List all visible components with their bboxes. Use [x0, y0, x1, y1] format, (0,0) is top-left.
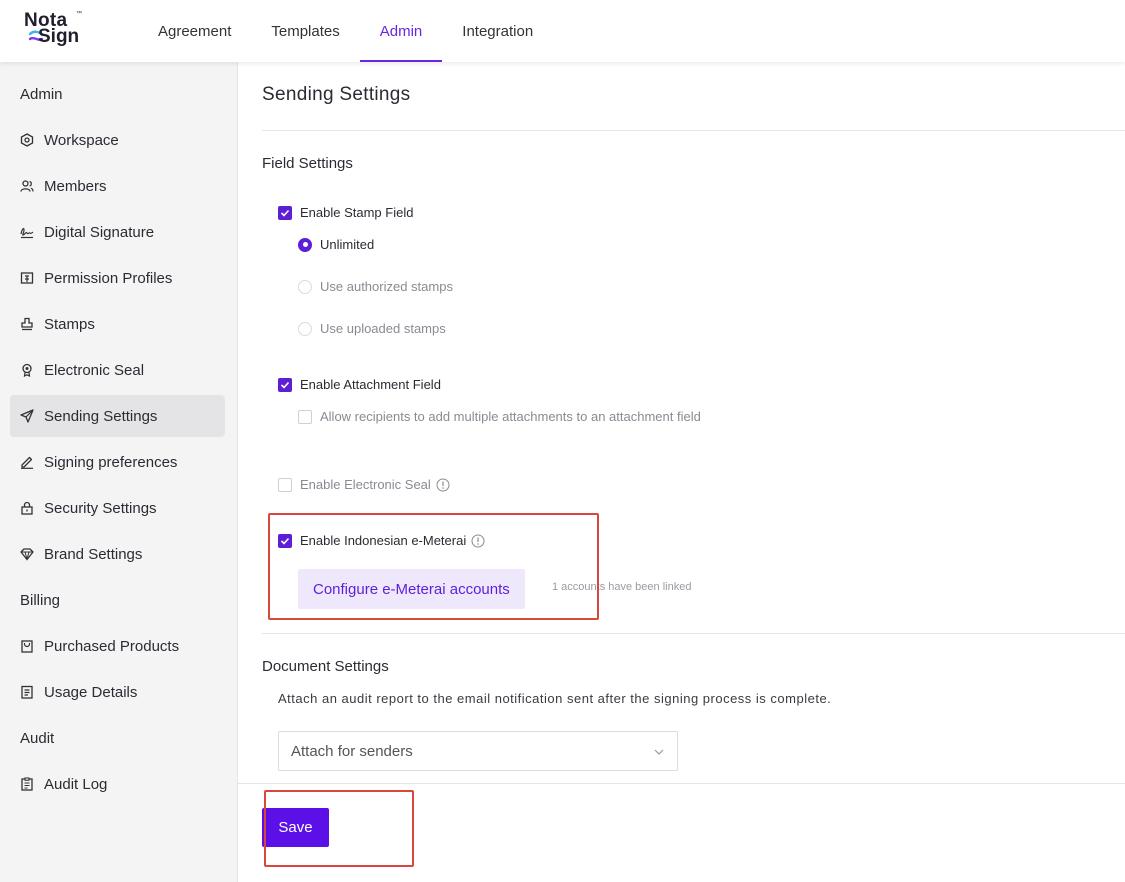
sidebar-item-label: Members [44, 177, 107, 195]
enable-attachment-field-checkbox[interactable] [278, 377, 292, 392]
enable-emeterai-checkbox[interactable] [278, 533, 292, 548]
send-icon [20, 409, 34, 423]
sidebar-item-label: Sending Settings [44, 407, 158, 425]
audit-report-select-value: Attach for senders [291, 742, 413, 760]
save-button[interactable]: Save [262, 808, 329, 847]
document-settings-title: Document Settings [262, 658, 389, 675]
enable-emeterai-row[interactable]: Enable Indonesian e-Meterai [278, 533, 485, 548]
document-icon [20, 685, 34, 699]
multiple-attachments-row[interactable]: Allow recipients to add multiple attachm… [298, 409, 701, 424]
enable-emeterai-label: Enable Indonesian e-Meterai [300, 533, 467, 548]
sidebar-item-label: Brand Settings [44, 545, 143, 563]
enable-electronic-seal-row[interactable]: Enable Electronic Seal [278, 477, 450, 492]
bag-icon [20, 639, 34, 653]
logo-text-sign: Sign [38, 26, 80, 47]
nav-admin[interactable]: Admin [359, 0, 443, 62]
sidebar-item-sending-settings[interactable]: Sending Settings [10, 395, 225, 437]
sidebar-item-label: Audit Log [44, 775, 108, 793]
audit-report-description: Attach an audit report to the email noti… [278, 691, 832, 706]
sidebar: Admin Workspace Members Digital Signatur… [0, 62, 238, 882]
diamond-icon [20, 547, 34, 561]
authorized-stamps-radio[interactable] [298, 279, 312, 294]
logo-trademark: ™ [76, 11, 82, 17]
sidebar-item-signing-preferences[interactable]: Signing preferences [10, 441, 225, 483]
permission-icon [20, 271, 34, 285]
field-settings-title: Field Settings [262, 155, 353, 172]
seal-icon [20, 363, 34, 377]
page-title: Sending Settings [262, 84, 411, 105]
sidebar-item-label: Permission Profiles [44, 269, 173, 287]
enable-electronic-seal-label: Enable Electronic Seal [300, 477, 431, 492]
divider [262, 130, 1125, 131]
sidebar-item-label: Electronic Seal [44, 361, 145, 379]
uploaded-stamps-label: Use uploaded stamps [320, 321, 446, 336]
sidebar-item-usage-details[interactable]: Usage Details [10, 671, 225, 713]
notasign-logo[interactable]: Nota ™ Sign [24, 10, 94, 52]
sidebar-item-label: Usage Details [44, 683, 138, 701]
sidebar-item-electronic-seal[interactable]: Electronic Seal [10, 349, 225, 391]
stamp-icon [20, 317, 34, 331]
main-content: Sending Settings Field Settings Enable S… [238, 62, 1125, 882]
nav-agreement[interactable]: Agreement [138, 0, 251, 62]
sidebar-item-audit-log[interactable]: Audit Log [10, 763, 225, 805]
sidebar-group-audit: Audit [20, 730, 55, 747]
sidebar-item-purchased-products[interactable]: Purchased Products [10, 625, 225, 667]
multiple-attachments-checkbox[interactable] [298, 409, 312, 424]
sidebar-item-permission-profiles[interactable]: Permission Profiles [10, 257, 225, 299]
sidebar-item-label: Digital Signature [44, 223, 155, 241]
sidebar-item-stamps[interactable]: Stamps [10, 303, 225, 345]
enable-stamp-field-label: Enable Stamp Field [300, 205, 414, 220]
nav-templates[interactable]: Templates [251, 0, 359, 62]
sidebar-group-billing: Billing [20, 592, 61, 609]
footer-divider [238, 783, 1125, 784]
lock-icon [20, 501, 34, 515]
audit-report-select[interactable]: Attach for senders [278, 731, 678, 771]
info-icon[interactable] [436, 478, 450, 492]
sidebar-item-label: Workspace [44, 131, 119, 149]
stamp-option-uploaded[interactable]: Use uploaded stamps [298, 321, 446, 336]
sidebar-item-label: Signing preferences [44, 453, 178, 471]
sidebar-item-security-settings[interactable]: Security Settings [10, 487, 225, 529]
sidebar-item-members[interactable]: Members [10, 165, 225, 207]
enable-electronic-seal-checkbox[interactable] [278, 477, 292, 492]
stamp-option-authorized[interactable]: Use authorized stamps [298, 279, 453, 294]
enable-attachment-field-label: Enable Attachment Field [300, 377, 441, 392]
unlimited-radio[interactable] [298, 237, 312, 252]
top-nav: Agreement Templates Admin Integration [138, 0, 553, 62]
configure-emeterai-button[interactable]: Configure e-Meterai accounts [298, 569, 525, 609]
nav-integration[interactable]: Integration [442, 0, 553, 62]
sidebar-item-label: Stamps [44, 315, 95, 333]
sidebar-item-digital-signature[interactable]: Digital Signature [10, 211, 225, 253]
sidebar-item-label: Security Settings [44, 499, 157, 517]
multiple-attachments-label: Allow recipients to add multiple attachm… [320, 409, 701, 424]
info-icon[interactable] [471, 534, 485, 548]
stamp-option-unlimited[interactable]: Unlimited [298, 237, 374, 252]
enable-stamp-field-checkbox[interactable] [278, 205, 292, 220]
pen-icon [20, 455, 34, 469]
linked-accounts-note: 1 accounts have been linked [552, 581, 692, 593]
enable-stamp-field-row[interactable]: Enable Stamp Field [278, 205, 413, 220]
sidebar-item-label: Purchased Products [44, 637, 180, 655]
sidebar-group-admin: Admin [20, 86, 63, 103]
authorized-stamps-label: Use authorized stamps [320, 279, 453, 294]
signature-icon [20, 225, 34, 239]
unlimited-label: Unlimited [320, 237, 375, 252]
enable-attachment-field-row[interactable]: Enable Attachment Field [278, 377, 441, 392]
top-bar: Nota ™ Sign Agreement Templates Admin In… [0, 0, 1125, 62]
divider [262, 633, 1125, 634]
clipboard-icon [20, 777, 34, 791]
workspace-icon [20, 133, 34, 147]
chevron-down-icon [654, 749, 664, 755]
members-icon [20, 179, 34, 193]
sidebar-item-workspace[interactable]: Workspace [10, 119, 225, 161]
sidebar-item-brand-settings[interactable]: Brand Settings [10, 533, 225, 575]
uploaded-stamps-radio[interactable] [298, 321, 312, 336]
